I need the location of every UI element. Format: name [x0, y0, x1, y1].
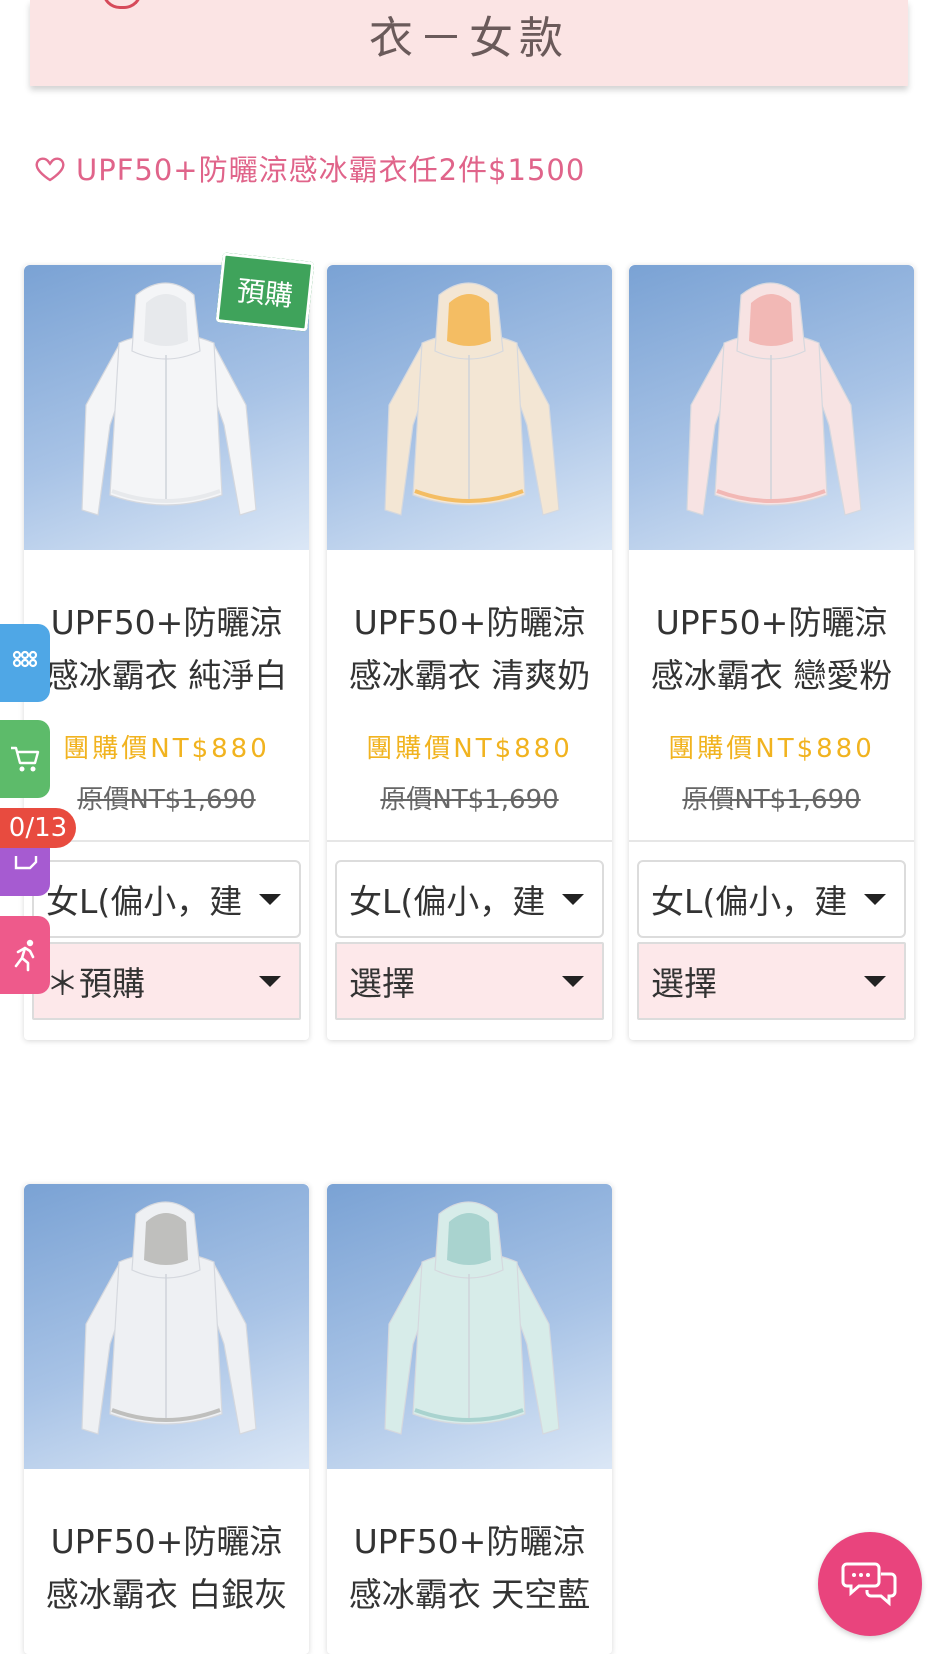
header-banner: 衣－女款 [30, 0, 908, 86]
product-options: 女L(偏小，建 ＊預購 [24, 840, 309, 1040]
product-image[interactable] [24, 1184, 309, 1469]
product-image[interactable] [629, 265, 914, 550]
product-name[interactable]: UPF50+防曬涼 感冰霸衣 白銀灰 [24, 1515, 309, 1621]
size-select[interactable]: 女L(偏小，建 [335, 860, 604, 938]
side-menu-activity-tab[interactable] [0, 916, 50, 994]
size-select[interactable]: 女L(偏小，建 [637, 860, 906, 938]
option-select[interactable]: 選擇 [335, 942, 604, 1020]
jacket-illustration [384, 1201, 560, 1435]
product-name[interactable]: UPF50+防曬涼 感冰霸衣 純淨白 [24, 596, 309, 702]
page-title: 衣－女款 [369, 13, 569, 64]
side-menu-grid-tab[interactable] [0, 624, 50, 702]
caret-down-icon [259, 975, 281, 987]
product-card[interactable]: UPF50+防曬涼 感冰霸衣 天空藍 [327, 1184, 612, 1654]
option-select[interactable]: 選擇 [637, 942, 906, 1020]
original-price: 原價NT$1,690 [682, 785, 861, 815]
caret-down-icon [562, 975, 584, 987]
jacket-illustration [686, 282, 862, 516]
group-price: 團購價NT$880 [366, 734, 573, 764]
caret-down-icon [259, 893, 281, 905]
product-options: 女L(偏小，建 選擇 [327, 840, 612, 1040]
group-price: 團購價NT$880 [63, 734, 270, 764]
product-image[interactable] [327, 1184, 612, 1469]
product-card[interactable]: 預購 UPF50+防曬涼 感冰霸衣 純淨白 團購價NT$880 原價NT$1,6… [24, 252, 315, 1040]
promo-heading[interactable]: UPF50+防曬涼感冰霸衣任2件$1500 [34, 148, 585, 188]
promo-text: UPF50+防曬涼感冰霸衣任2件$1500 [76, 153, 586, 187]
caret-down-icon [864, 893, 886, 905]
side-menu-cart-tab[interactable] [0, 720, 50, 798]
product-card[interactable]: UPF50+防曬涼 感冰霸衣 白銀灰 [24, 1184, 309, 1654]
product-name[interactable]: UPF50+防曬涼 感冰霸衣 戀愛粉 [629, 596, 914, 702]
jacket-illustration [384, 282, 560, 516]
product-image[interactable] [327, 265, 612, 550]
size-select[interactable]: 女L(偏小，建 [32, 860, 301, 938]
product-name[interactable]: UPF50+防曬涼 感冰霸衣 清爽奶 [327, 596, 612, 702]
original-price: 原價NT$1,690 [380, 785, 559, 815]
product-card[interactable]: UPF50+防曬涼 感冰霸衣 戀愛粉 團購價NT$880 原價NT$1,690 … [629, 265, 914, 1040]
product-card[interactable]: UPF50+防曬涼 感冰霸衣 清爽奶 團購價NT$880 原價NT$1,690 … [327, 265, 612, 1040]
runner-icon [14, 939, 35, 972]
jacket-illustration [81, 1201, 257, 1435]
chat-bubbles-icon [841, 1562, 897, 1607]
option-select[interactable]: ＊預購 [32, 942, 301, 1020]
heart-icon [35, 157, 65, 182]
caret-down-icon [562, 893, 584, 905]
cart-icon [11, 746, 40, 772]
product-name[interactable]: UPF50+防曬涼 感冰霸衣 天空藍 [327, 1515, 612, 1621]
preorder-badge: 預購 [215, 252, 315, 332]
group-price: 團購價NT$880 [668, 734, 875, 764]
caret-down-icon [864, 975, 886, 987]
chat-button[interactable] [818, 1532, 922, 1636]
grid-icon [12, 650, 38, 668]
cart-counter-badge: 0/13 [0, 808, 76, 848]
product-options: 女L(偏小，建 選擇 [629, 840, 914, 1040]
